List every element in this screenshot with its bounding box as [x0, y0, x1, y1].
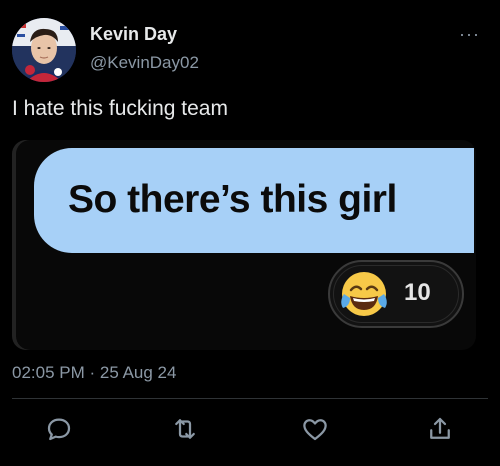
avatar[interactable] [12, 18, 76, 82]
more-options-icon[interactable]: ··· [459, 24, 480, 45]
reply-button[interactable] [44, 414, 74, 444]
tweet-text: I hate this fucking team [12, 97, 228, 120]
message-bubble: So there’s this girl [34, 148, 474, 253]
tweet-timestamp[interactable]: 02:05 PM · 25 Aug 24 [12, 363, 176, 383]
retweet-icon [175, 419, 195, 439]
profile-photo [12, 18, 76, 82]
divider [12, 398, 488, 399]
share-button[interactable] [425, 414, 455, 444]
tweet-media[interactable]: So there’s this girl 10 [12, 140, 476, 350]
like-icon [303, 419, 327, 441]
action-bar [0, 410, 500, 450]
display-name[interactable]: Kevin Day [90, 24, 177, 45]
share-icon [430, 417, 450, 439]
reply-icon [47, 418, 71, 441]
face-with-tears-of-joy-icon [341, 272, 387, 316]
like-button[interactable] [300, 414, 330, 444]
reaction-count: 10 [404, 279, 431, 306]
message-text: So there’s this girl [68, 178, 397, 221]
username-handle[interactable]: @KevinDay02 [90, 53, 199, 73]
retweet-button[interactable] [170, 414, 200, 444]
reaction-badge: 10 [328, 260, 464, 328]
